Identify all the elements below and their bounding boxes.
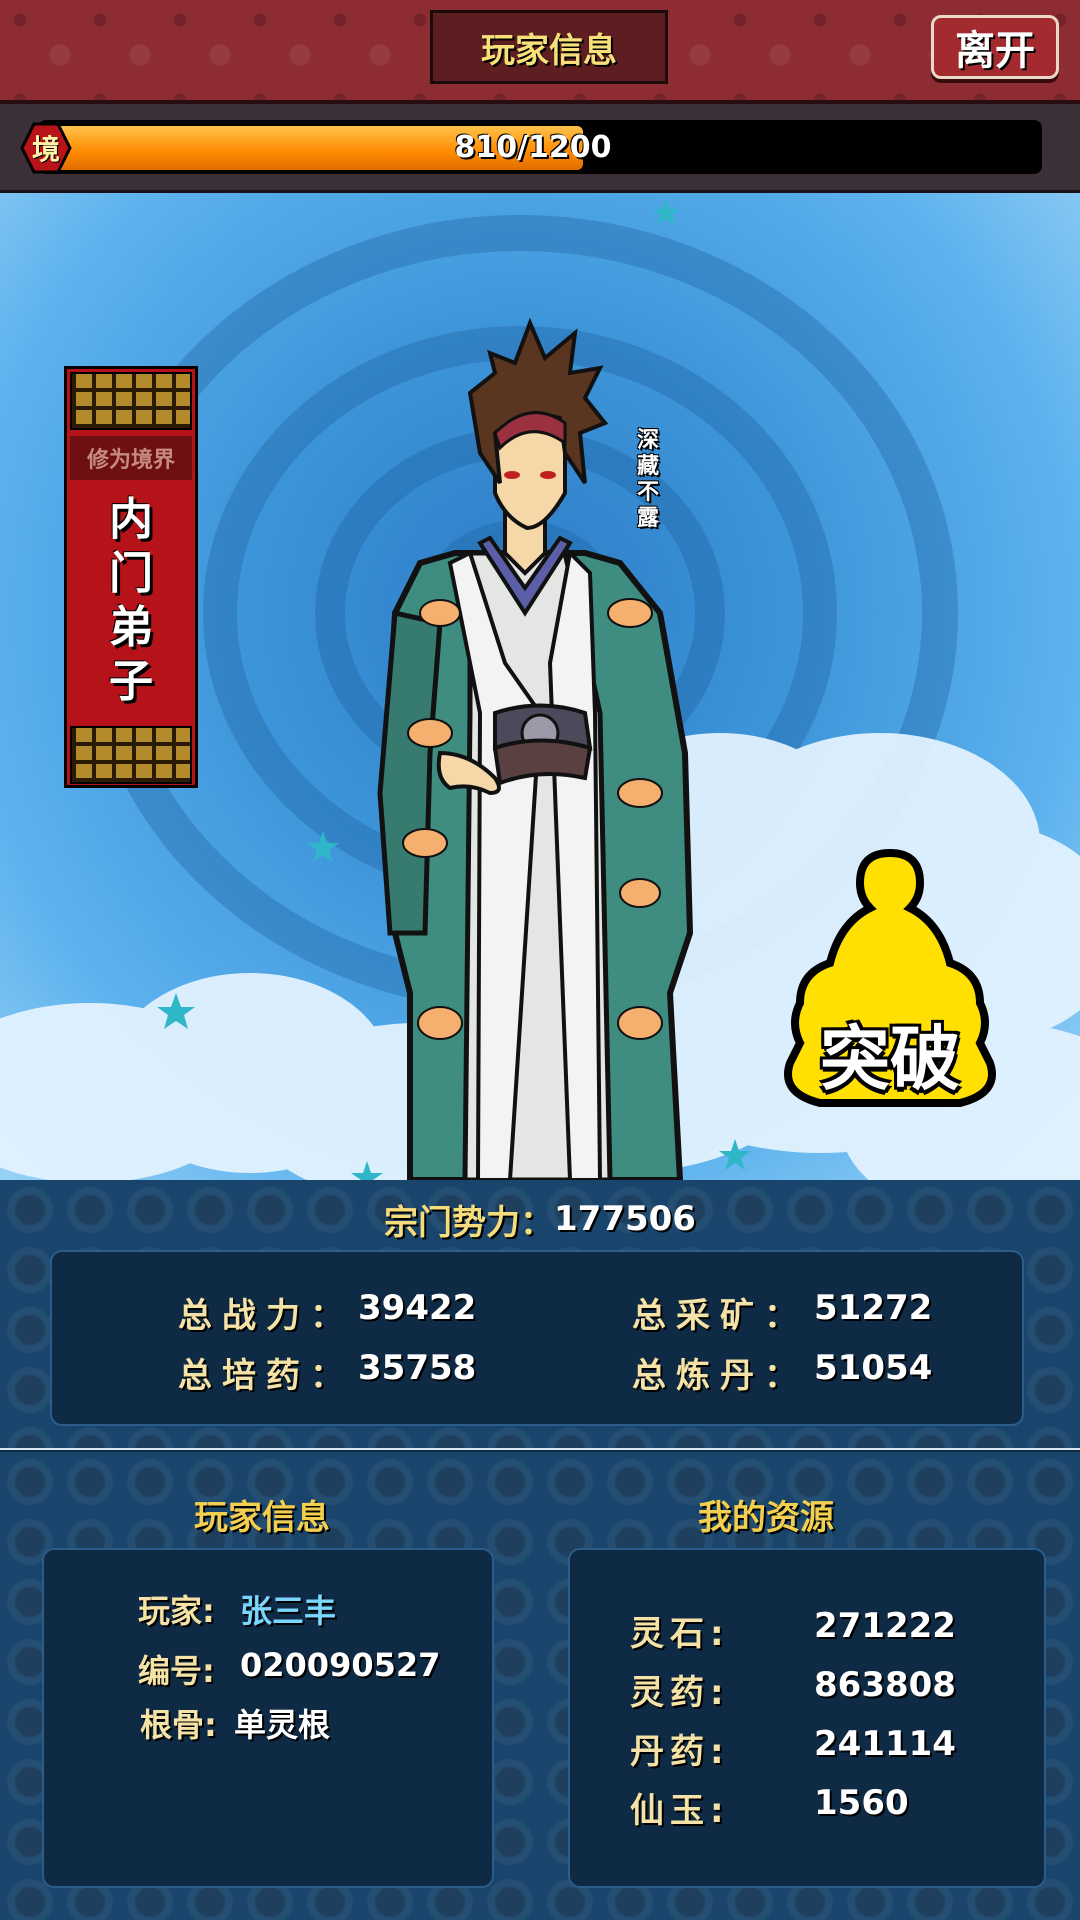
alchemy-value: 51054 (814, 1348, 933, 1388)
player-name-label: 玩家: (138, 1592, 215, 1630)
realm-rank-char: 弟 (109, 602, 153, 653)
player-id-value: 020090527 (240, 1646, 441, 1684)
mining-value: 51272 (814, 1288, 933, 1328)
resources-title: 我的资源 (698, 1498, 834, 1538)
character-title-char: 藏 (636, 454, 659, 479)
realm-rank-char: 内 (109, 494, 153, 545)
immortal-jade-label: 仙玉: (630, 1791, 730, 1831)
player-id-label: 编号: (138, 1652, 215, 1690)
immortal-jade-value: 1560 (814, 1783, 909, 1823)
combat-power-label: 总战力： (178, 1296, 354, 1336)
spirit-stone-label: 灵石: (630, 1614, 730, 1654)
sect-power-label: 宗门势力： (384, 1202, 555, 1243)
spirit-herb-label: 灵药: (630, 1673, 730, 1713)
character-title-char: 不 (636, 480, 659, 505)
combat-power-value: 39422 (358, 1288, 477, 1328)
realm-scroll: 修为境界 内 门 弟 子 (64, 366, 198, 788)
character-title-char: 露 (636, 506, 659, 531)
root-label: 根骨: (140, 1706, 217, 1744)
realm-rank-char: 子 (109, 656, 153, 707)
scroll-top-ornament (70, 372, 192, 430)
alchemy-label: 总炼丹： (632, 1356, 808, 1396)
spirit-herb-value: 863808 (814, 1665, 956, 1705)
breakthrough-button[interactable]: 突破 (790, 1008, 990, 1100)
sect-power: 宗门势力： 177506 (0, 1194, 1080, 1244)
leave-button[interactable]: 离开 (931, 15, 1059, 79)
root-value: 单灵根 (234, 1706, 331, 1744)
cultivation-progress-text: 810/1200 (454, 129, 612, 165)
player-name-value: 张三丰 (240, 1592, 337, 1630)
section-divider (0, 1448, 1080, 1450)
herb-cultivation-value: 35758 (358, 1348, 477, 1388)
player-info-panel: 玩家: 张三丰 编号: 020090527 根骨: 单灵根 (42, 1548, 494, 1888)
character-title-char: 深 (636, 428, 659, 453)
resources-panel: 灵石: 271222 灵药: 863808 丹药: 241114 仙玉: 156… (568, 1548, 1046, 1888)
stats-panel: 总战力： 39422 总采矿： 51272 总培药： 35758 总炼丹： 51… (50, 1250, 1024, 1426)
herb-cultivation-label: 总培药： (178, 1356, 354, 1396)
realm-scroll-subtitle: 修为境界 (70, 436, 192, 480)
pill-value: 241114 (814, 1724, 956, 1764)
realm-rank: 内 门 弟 子 (70, 493, 192, 707)
page-title: 玩家信息 (430, 10, 668, 84)
pill-label: 丹药: (630, 1732, 730, 1772)
mining-label: 总采矿： (632, 1296, 808, 1336)
sect-power-value: 177506 (554, 1199, 696, 1239)
character-title: 深 藏 不 露 (630, 428, 666, 532)
scroll-bottom-ornament (70, 726, 192, 784)
spirit-stone-value: 271222 (814, 1606, 956, 1646)
realm-rank-char: 门 (109, 548, 153, 599)
player-info-title: 玩家信息 (194, 1498, 330, 1538)
